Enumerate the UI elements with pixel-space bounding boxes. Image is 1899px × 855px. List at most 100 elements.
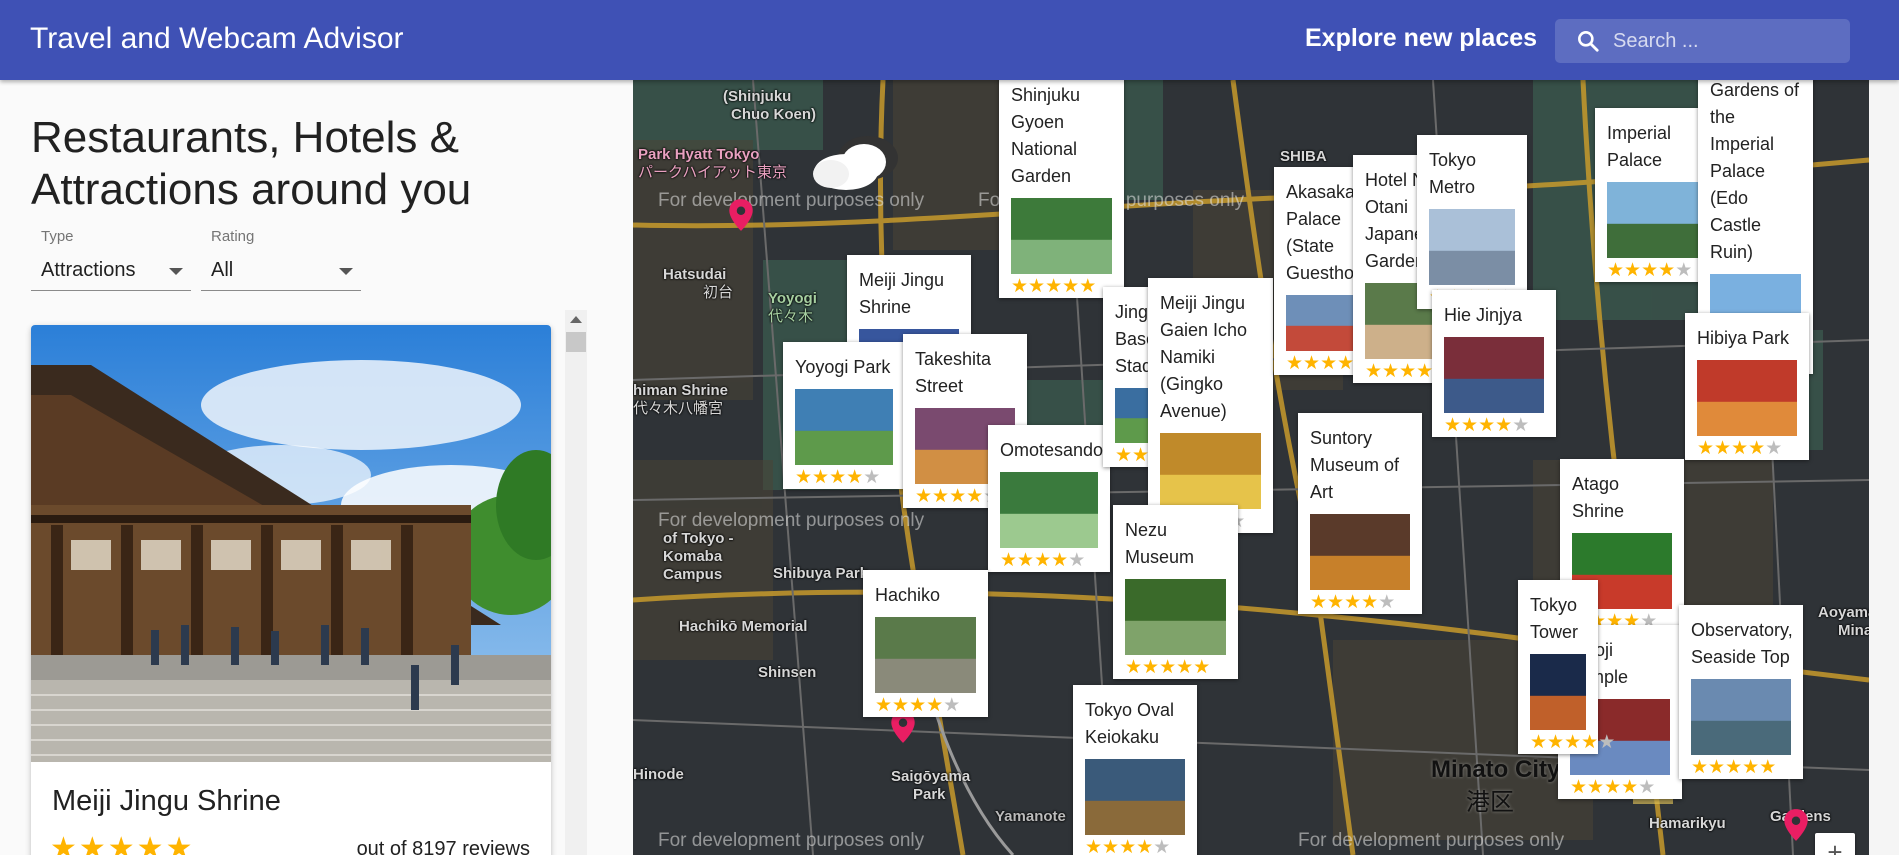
star-icon: ★ xyxy=(1691,757,1709,778)
map-area-name: Minato City xyxy=(1431,756,1561,783)
map-place-card[interactable]: Observatory, Seaside Top ★★★★★ xyxy=(1679,605,1803,779)
map-place-card[interactable]: Tokyo Metro★★★★★ xyxy=(1417,135,1527,309)
star-icon: ★ xyxy=(1675,260,1693,281)
star-icon: ★ xyxy=(909,695,927,716)
star-icon: ★ xyxy=(915,486,933,507)
star-icon: ★ xyxy=(1416,361,1434,382)
star-icon: ★ xyxy=(1310,592,1328,613)
type-select-value: Attractions xyxy=(41,259,136,281)
map-place-card[interactable]: Hie Jinjya ★★★★★ xyxy=(1432,290,1556,437)
star-icon: ★ xyxy=(1102,837,1120,855)
star-icon: ★ xyxy=(812,467,830,488)
star-icon: ★ xyxy=(1604,777,1622,798)
map-place-card[interactable]: Meiji Jingu Gaien Icho Namiki (Gingko Av… xyxy=(1148,278,1273,533)
map-place-card[interactable]: Yoyogi Park ★★★★★ xyxy=(783,342,905,489)
map-place-card-stars: ★★★★★ xyxy=(1691,756,1793,779)
zoom-in-button[interactable]: + xyxy=(1815,833,1855,855)
map-label: Yamanote xyxy=(995,808,1066,825)
map-place-card[interactable]: Nezu Museum ★★★★★ xyxy=(1113,505,1238,679)
type-filter-label: Type xyxy=(41,228,74,245)
search-box[interactable] xyxy=(1555,19,1850,63)
map-label: Hamarikyu xyxy=(1649,815,1726,832)
dev-watermark: For development purposes only xyxy=(658,830,925,851)
map-label: himan Shrine xyxy=(633,382,729,399)
star-icon: ★ xyxy=(1731,438,1749,459)
map-label: Chuo Koen) xyxy=(731,106,816,123)
star-icon: ★ xyxy=(1598,732,1616,753)
star-icon: ★ xyxy=(795,467,813,488)
map-label: 初台 xyxy=(703,284,734,301)
place-card[interactable]: Meiji Jingu Shrine ★★★★★ out of 8197 rev… xyxy=(31,325,551,855)
map-label: 代々木八幡宮 xyxy=(633,400,724,417)
map-pin-icon[interactable] xyxy=(1783,808,1809,842)
map-place-card[interactable]: Hibiya Park ★★★★★ xyxy=(1685,313,1809,460)
map-place-card-stars: ★★★★★ xyxy=(1444,414,1546,437)
map-label: Shinsen xyxy=(758,664,817,681)
star-icon: ★ xyxy=(1697,438,1715,459)
star-icon: ★ xyxy=(1512,415,1530,436)
scroll-up-arrow-icon[interactable] xyxy=(570,316,582,323)
map-place-card-title: Shinjuku Gyoen National Garden xyxy=(1011,85,1081,186)
map-place-card-photo xyxy=(1085,759,1185,835)
star-icon: ★ xyxy=(1382,361,1400,382)
chevron-down-icon xyxy=(169,268,183,275)
map-place-card-photo xyxy=(1697,360,1797,436)
map-label: Yoyogi xyxy=(768,290,817,307)
star-icon: ★ xyxy=(1051,550,1069,571)
star-icon: ★ xyxy=(1320,353,1338,374)
map-place-card-stars: ★★★★★ xyxy=(875,694,978,717)
app-bar: Travel and Webcam Advisor Explore new pl… xyxy=(0,0,1899,80)
star-icon: ★ xyxy=(1708,757,1726,778)
star-icon: ★ xyxy=(1062,276,1080,297)
map-place-card-photo xyxy=(1444,337,1544,413)
scroll-thumb[interactable] xyxy=(566,332,586,352)
map-label: Saigōyama xyxy=(891,768,971,785)
map-place-card-stars: ★★★★★ xyxy=(1697,437,1799,460)
map-place-card-title: Observatory, Seaside Top xyxy=(1691,620,1793,667)
rating-select[interactable]: All xyxy=(201,251,361,291)
star-icon: ★ xyxy=(1153,837,1171,855)
map-label: Komaba xyxy=(663,548,723,565)
star-icon: ★ xyxy=(926,695,944,716)
map-view[interactable]: (Shinjuku Chuo Koen) Park Hyatt Tokyo パー… xyxy=(633,80,1869,855)
star-icon: ★ xyxy=(892,695,910,716)
map-place-card-photo xyxy=(1530,654,1586,730)
star-icon: ★ xyxy=(1176,657,1194,678)
map-place-card-stars: ★★★★★ xyxy=(1011,275,1114,298)
map-place-card-photo xyxy=(1000,472,1098,548)
rating-filter[interactable]: Rating All xyxy=(201,228,361,291)
map-place-card[interactable]: Hachiko ★★★★★ xyxy=(863,570,988,717)
map-label: Hatsudai xyxy=(663,266,727,283)
map-label: Minato City xyxy=(1838,622,1869,639)
star-icon: ★ xyxy=(846,467,864,488)
place-review-count: out of 8197 reviews xyxy=(356,838,530,855)
type-filter[interactable]: Type Attractions xyxy=(31,228,191,291)
type-select[interactable]: Attractions xyxy=(31,251,191,291)
map-place-card-photo xyxy=(1160,433,1261,509)
app-title: Travel and Webcam Advisor xyxy=(30,22,404,55)
results-scrollbar[interactable] xyxy=(565,310,587,855)
map-label: Hachikō Memorial xyxy=(679,618,808,635)
search-icon xyxy=(1578,31,1599,52)
star-icon: ★ xyxy=(1725,757,1743,778)
star-icon: ★ xyxy=(1327,592,1345,613)
star-icon: ★ xyxy=(1748,438,1766,459)
star-icon: ★ xyxy=(1286,353,1304,374)
star-icon: ★ xyxy=(1079,276,1097,297)
map-pin-icon[interactable] xyxy=(728,198,754,232)
map-place-card[interactable]: Shinjuku Gyoen National Garden ★★★★★ xyxy=(999,80,1124,298)
map-place-card-stars: ★★★★★ xyxy=(1000,549,1100,572)
map-place-card-title: Meiji Jingu Shrine xyxy=(859,270,945,317)
star-icon: ★ xyxy=(1444,415,1462,436)
star-icon: ★ xyxy=(1607,260,1625,281)
star-icon: ★ xyxy=(1587,777,1605,798)
map-place-card[interactable]: Omotesando ★★★★★ xyxy=(988,425,1110,572)
map-place-card-photo xyxy=(1691,679,1791,755)
dev-watermark: For development purposes only xyxy=(658,190,925,211)
map-place-card[interactable]: Suntory Museum of Art ★★★★★ xyxy=(1298,413,1422,614)
star-icon: ★ xyxy=(1765,438,1783,459)
search-input[interactable] xyxy=(1613,27,1838,55)
map-place-card[interactable]: Tokyo Tower ★★★★★ xyxy=(1518,580,1615,754)
map-place-card[interactable]: Tokyo Oval Keiokaku ★★★★★ xyxy=(1073,685,1197,855)
map-label: of Tokyo - xyxy=(663,530,734,547)
